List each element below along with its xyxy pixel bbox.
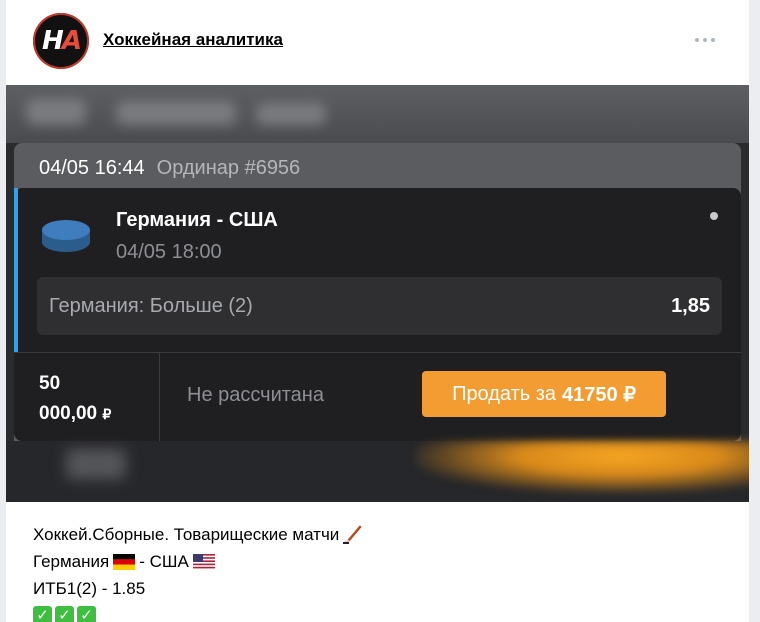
match-title: Германия - США xyxy=(116,209,278,231)
blurred-header xyxy=(6,85,749,143)
divider xyxy=(14,352,741,353)
avatar-logo-text: HA xyxy=(42,26,82,56)
post-line: ИТБ1(2) - 1.85 xyxy=(33,579,146,598)
outcome-odds: 1,85 xyxy=(671,295,710,317)
hockey-stick-icon xyxy=(343,525,362,544)
channel-avatar[interactable]: HA xyxy=(33,13,89,69)
post-line: Германия - США xyxy=(33,548,363,575)
flag-germany-icon xyxy=(113,553,136,570)
post-line-checks: ✓ ✓ ✓ xyxy=(33,602,363,622)
match-time: 04/05 18:00 xyxy=(116,241,222,263)
checkmark-icon: ✓ xyxy=(77,606,96,622)
hockey-puck-icon xyxy=(42,220,90,252)
channel-name-link[interactable]: Хоккейная аналитика xyxy=(103,30,283,50)
checkmark-icon: ✓ xyxy=(33,606,52,622)
bet-body: Германия - США 04/05 18:00 Германия: Бол… xyxy=(14,188,741,441)
outcome-row: Германия: Больше (2) 1,85 xyxy=(37,277,722,335)
outcome-label: Германия: Больше (2) xyxy=(49,295,253,317)
settlement-status: Не рассчитана xyxy=(187,384,324,406)
bet-datetime: 04/05 16:44 xyxy=(39,157,145,179)
bet-type: Ординар #6956 xyxy=(156,157,301,179)
blurred-footer xyxy=(6,441,749,502)
post-text: Хоккей.Сборные. Товарищеские матчи Герма… xyxy=(33,521,363,622)
bet-panel: 04/05 16:44 Ординар #6956 Германия - США … xyxy=(14,143,741,441)
accent-bar xyxy=(14,188,18,352)
checkmark-icon: ✓ xyxy=(55,606,74,622)
post-line: Хоккей.Сборные. Товарищеские матчи xyxy=(33,521,363,548)
stake-amount: 50 000,00 ₽ xyxy=(39,373,112,424)
sell-button[interactable]: Продать за 41750 ₽ xyxy=(422,371,666,417)
divider xyxy=(159,353,160,441)
bet-header: 04/05 16:44 Ординар #6956 xyxy=(39,157,300,180)
more-dots-icon[interactable] xyxy=(692,32,718,48)
flag-usa-icon xyxy=(192,553,215,570)
status-dot-icon[interactable] xyxy=(710,212,718,220)
post-image[interactable]: 04/05 16:44 Ординар #6956 Германия - США … xyxy=(6,85,749,502)
post-card: HA Хоккейная аналитика 04/05 16:44 Ордина… xyxy=(6,0,749,622)
